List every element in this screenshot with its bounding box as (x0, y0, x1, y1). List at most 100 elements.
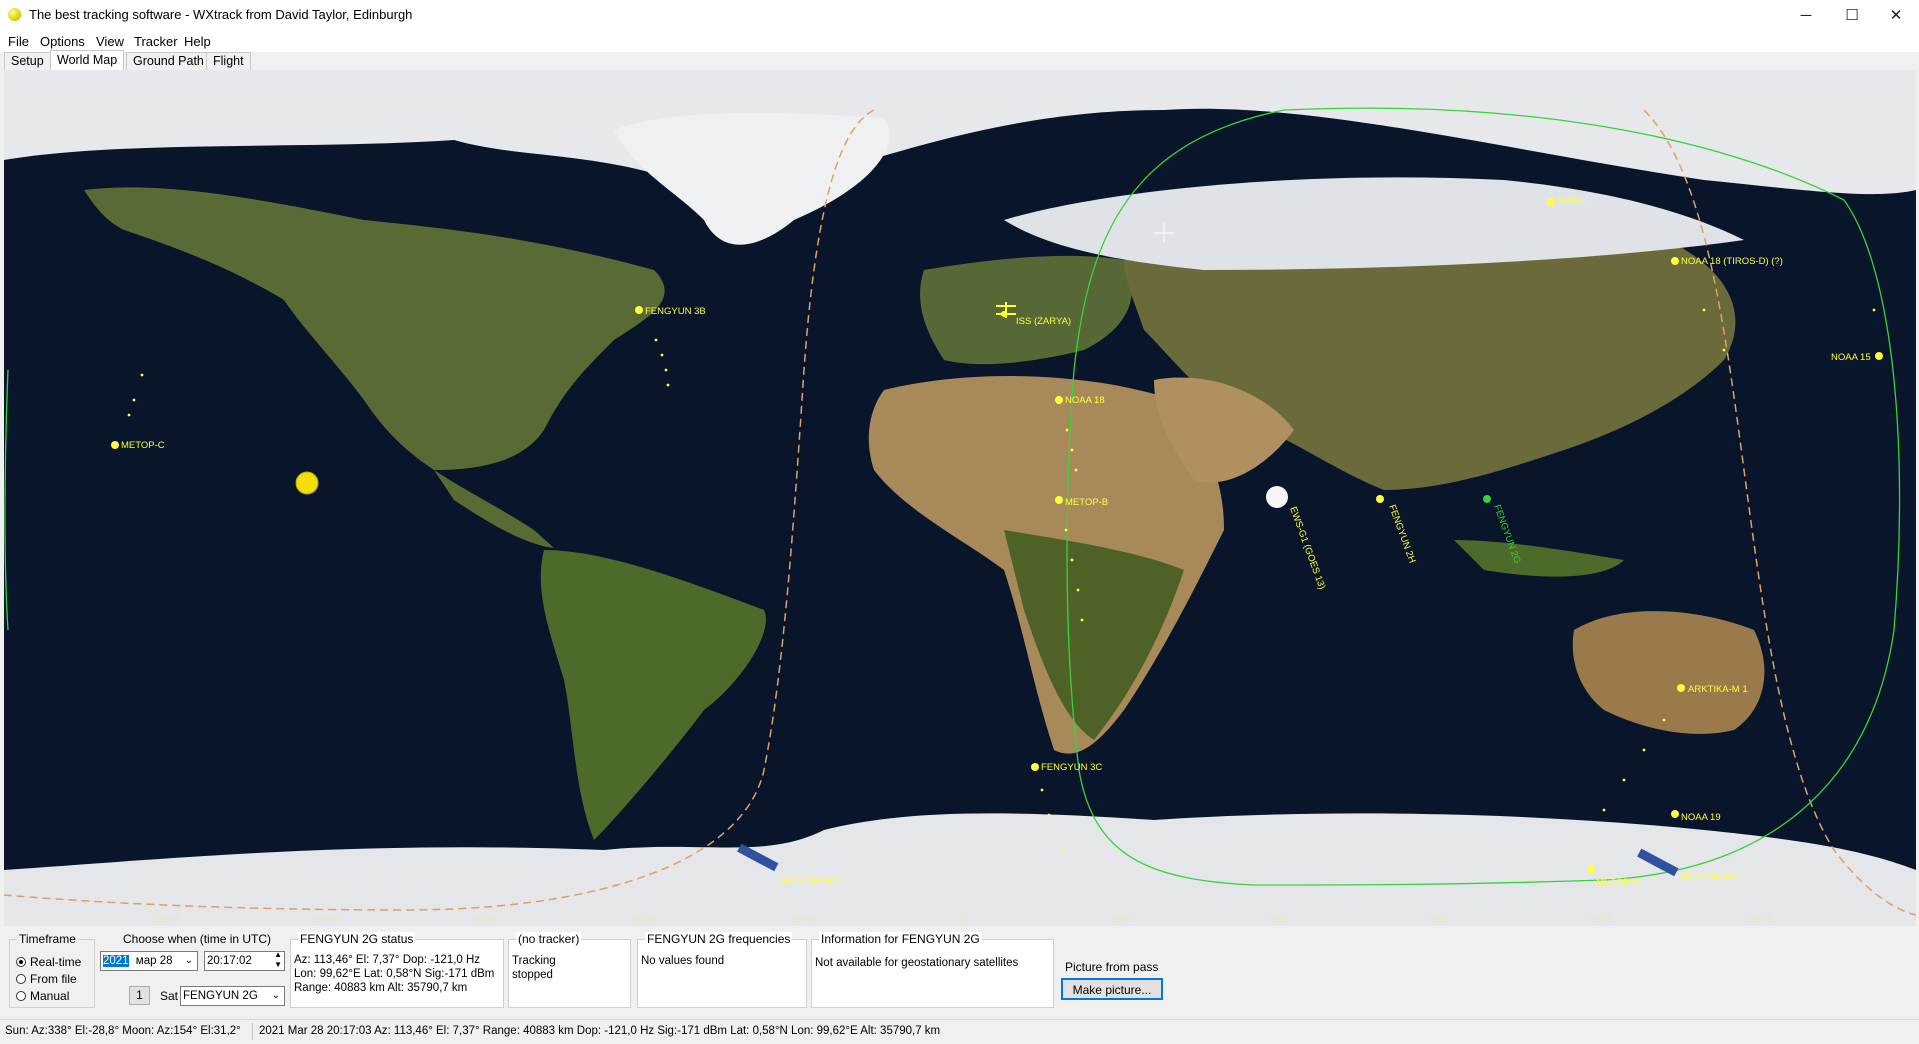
sat-label-arktika: ARKTIKA-M 1 (1688, 684, 1748, 695)
close-button[interactable]: ✕ (1873, 0, 1919, 30)
status-divider (252, 1023, 253, 1040)
world-map-canvas: FENGYUN 3B ISS (ZARYA) YARAL NOAA 18 (TI… (4, 70, 1916, 926)
lon-label: 150°E (1748, 914, 1773, 924)
radio-manual[interactable]: Manual (16, 989, 69, 1003)
status-line-3: Range: 40883 km Alt: 35790,7 km (294, 982, 468, 994)
radio-indicator (16, 974, 26, 984)
sat-label-yaral: YARAL (1557, 196, 1587, 207)
sun-icon (295, 471, 319, 495)
info-title: Information for FENGYUN 2G (819, 932, 982, 946)
sat-dot-noaa-18-tiros (1671, 257, 1679, 265)
timeframe-title: Timeframe (17, 932, 78, 946)
radio-label: Manual (30, 989, 70, 1003)
sat-dot-noaa-19 (1671, 810, 1679, 818)
info-value: Not available for geostationary satellit… (815, 957, 1019, 969)
tab-world-map[interactable]: World Map (50, 50, 125, 70)
sat-label-meteor-m2-2: METEOR-M2 2 (780, 876, 845, 887)
time-value: 20:17:02 (207, 955, 252, 967)
frequencies-value: No values found (641, 955, 725, 967)
tab-flight[interactable]: Flight (206, 52, 251, 70)
sat-dot-yaral (1547, 198, 1555, 206)
radio-label: From file (30, 972, 77, 986)
chevron-down-icon[interactable]: ⌄ (185, 952, 193, 970)
radio-real-time[interactable]: Real-time (16, 955, 81, 969)
step-button[interactable]: 1 (129, 986, 150, 1005)
menu-help[interactable]: Help (184, 34, 211, 49)
spin-buttons-icon[interactable]: ▲ ▼ (274, 950, 282, 970)
sat-dot-metop-a (1587, 865, 1595, 873)
tracker-title: (no tracker) (516, 932, 582, 946)
app-icon (8, 8, 21, 21)
sat-dot-fengyun-3b (635, 306, 643, 314)
tracker-line-2: stopped (512, 969, 553, 981)
moon-icon (1266, 486, 1288, 508)
date-picker[interactable]: 2021 мар 28 ⌄ (100, 951, 198, 971)
sat-dot-noaa-18 (1055, 396, 1063, 404)
frequencies-title: FENGYUN 2G frequencies (645, 932, 793, 946)
radio-indicator (16, 991, 26, 1001)
tab-setup[interactable]: Setup (4, 52, 51, 70)
lon-label: 90°E (1430, 914, 1450, 924)
sat-label-iss: ISS (ZARYA) (1016, 316, 1071, 327)
menu-file[interactable]: File (8, 34, 29, 49)
status-title: FENGYUN 2G status (298, 932, 416, 946)
radio-from-file[interactable]: From file (16, 972, 77, 986)
tab-ground-path[interactable]: Ground Path (126, 52, 211, 70)
lon-label: 60°E (1270, 914, 1290, 924)
lon-label: 90°W (474, 914, 497, 924)
picture-label: Picture from pass (1065, 960, 1159, 974)
frequencies-group (637, 939, 807, 1008)
lon-label: 30°W (792, 914, 815, 924)
sat-label-noaa-18-tiros: NOAA 18 (TIROS-D) (?) (1681, 256, 1783, 267)
title-bar: The best tracking software - WXtrack fro… (0, 0, 1919, 30)
world-map[interactable]: FENGYUN 3B ISS (ZARYA) YARAL NOAA 18 (TI… (4, 70, 1916, 926)
year-field[interactable]: 2021 (103, 955, 129, 967)
status-satellite-info: 2021 Mar 28 20:17:03 Az: 113,46° El: 7,3… (259, 1025, 941, 1037)
status-bar: Sun: Az:338° El:-28,8° Moon: Az:154° El:… (0, 1019, 1919, 1044)
status-sun-moon: Sun: Az:338° El:-28,8° Moon: Az:154° El:… (5, 1025, 241, 1037)
lon-label: 150°W (154, 914, 182, 924)
sat-dot-noaa-15 (1875, 352, 1883, 360)
sat-label-metop-a: METOP-A (1596, 877, 1640, 888)
status-line-2: Lon: 99,62°E Lat: 0,58°N Sig:-171 dBm (294, 968, 495, 980)
menu-view[interactable]: View (96, 34, 124, 49)
sat-dot-fengyun-2h (1376, 495, 1384, 503)
menu-bar: File Options View Tracker Help (0, 30, 1919, 52)
lon-label: 120°W (311, 914, 339, 924)
sat-dot-arktika (1677, 684, 1685, 692)
make-picture-button[interactable]: Make picture... (1061, 978, 1163, 1000)
sat-label-meteor-m-2: METEOR-M 2 (1680, 872, 1740, 883)
sat-dot-metop-b (1055, 496, 1063, 504)
radio-indicator (16, 957, 26, 967)
date-value: мар 28 (135, 955, 173, 967)
sat-dot-metop-c (111, 441, 119, 449)
minimize-button[interactable]: ─ (1783, 0, 1829, 30)
lon-label: 120°E (1589, 914, 1614, 924)
sat-label-noaa-18: NOAA 18 (1065, 395, 1105, 406)
sat-label-noaa-19: NOAA 19 (1681, 812, 1721, 823)
satellite-select-value: FENGYUN 2G (183, 990, 258, 1002)
time-field[interactable]: 20:17:02 ▲ ▼ (204, 950, 285, 971)
sat-label-fengyun-3c: FENGYUN 3C (1041, 762, 1102, 773)
sat-label-noaa-15: NOAA 15 (1831, 352, 1871, 363)
menu-tracker[interactable]: Tracker (134, 34, 178, 49)
radio-label: Real-time (30, 955, 82, 969)
lon-label: 60°W (634, 914, 657, 924)
status-line-1: Az: 113,46° El: 7,37° Dop: -121,0 Hz (294, 954, 481, 966)
window-title: The best tracking software - WXtrack fro… (29, 7, 413, 22)
lon-label: 0° (959, 914, 968, 924)
sat-label-metop-b: METOP-B (1065, 497, 1108, 508)
maximize-button[interactable]: ☐ (1829, 0, 1875, 30)
menu-options[interactable]: Options (40, 34, 85, 49)
lon-label: 30°E (1112, 914, 1132, 924)
tracker-line-1: Tracking (512, 955, 556, 967)
satellite-select[interactable]: FENGYUN 2G ⌄ (180, 986, 285, 1006)
sat-label-fengyun-3b: FENGYUN 3B (645, 306, 706, 317)
sat-label-metop-c: METOP-C (121, 440, 165, 451)
tab-strip: Setup World Map Ground Path Flight (0, 50, 1919, 70)
sat-dot-fengyun-3c (1031, 763, 1039, 771)
info-group (811, 939, 1054, 1008)
chevron-down-icon[interactable]: ⌄ (272, 987, 280, 1005)
when-title: Choose when (time in UTC) (123, 932, 272, 946)
longitude-axis: 150°W 120°W 90°W 60°W 30°W 0° 30°E 60°E … (4, 914, 1916, 926)
